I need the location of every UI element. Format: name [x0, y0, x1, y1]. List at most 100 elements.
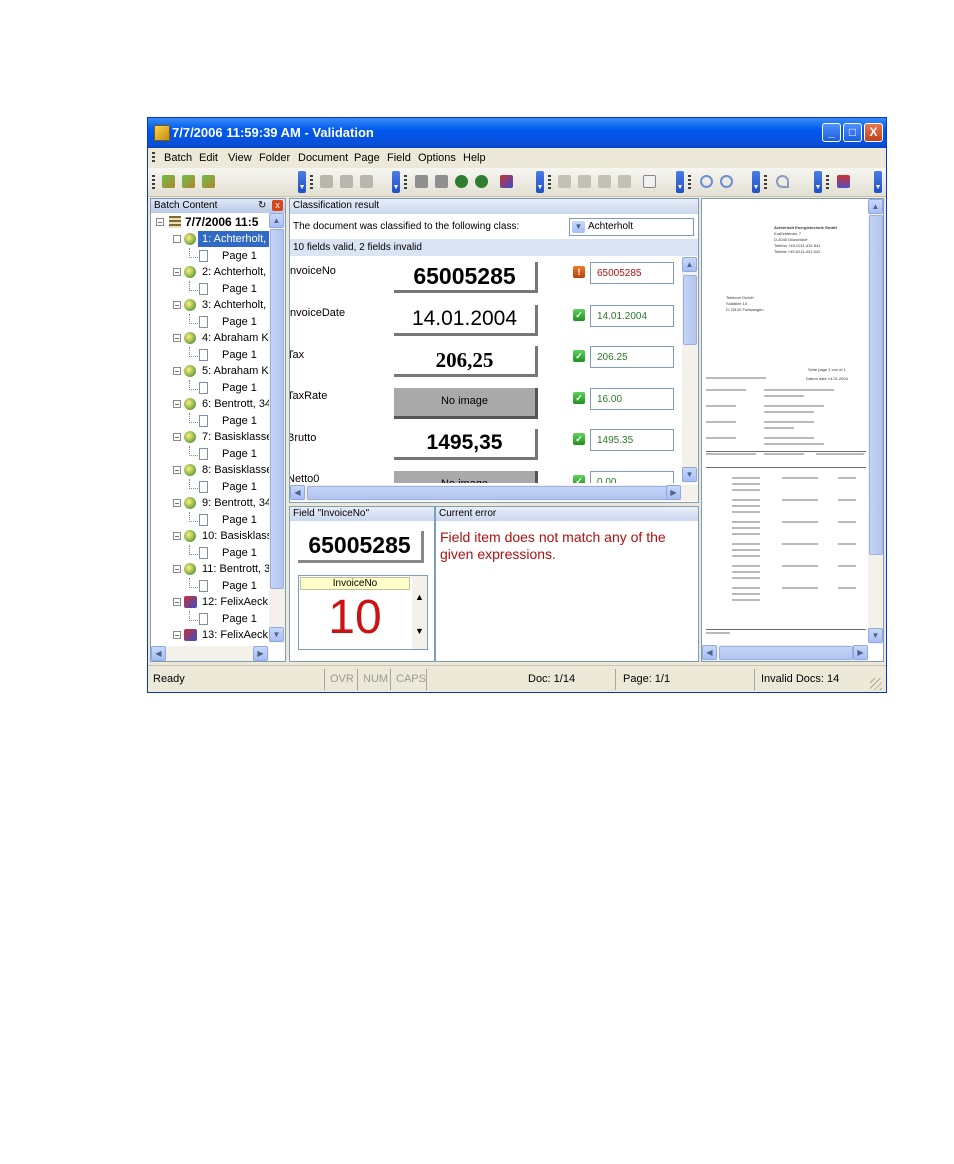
tree-page-row[interactable]: Page 1: [151, 412, 269, 429]
page-first-icon[interactable]: [558, 175, 571, 188]
chevron-down-icon[interactable]: ▼: [572, 221, 585, 233]
tree-page-row[interactable]: Page 1: [151, 247, 269, 264]
menu-document[interactable]: Document: [298, 152, 348, 164]
tree-doc-row[interactable]: − 4: Abraham K: [151, 330, 269, 346]
toolbar-grip-2[interactable]: [310, 175, 313, 189]
scroll-up-icon[interactable]: ▲: [415, 592, 424, 602]
document-hscroll[interactable]: ◀ ▶: [702, 645, 868, 661]
tree-doc-row[interactable]: − 2: Achterholt,: [151, 264, 269, 280]
scroll-down-icon[interactable]: ▼: [415, 626, 424, 636]
scroll-right-icon[interactable]: ▶: [253, 646, 268, 661]
tree-root[interactable]: − 7/7/2006 11:5: [151, 214, 269, 230]
collapse-icon[interactable]: −: [173, 499, 181, 508]
tree-doc-row[interactable]: − 9: Bentrott, 34: [151, 495, 271, 511]
tree-doc-row[interactable]: − 7: Basisklasse: [151, 429, 272, 445]
menu-help[interactable]: Help: [463, 152, 486, 164]
scroll-down-icon[interactable]: ▼: [868, 628, 883, 643]
toolbar-chevron-5[interactable]: [752, 171, 760, 193]
toolbar-grip-7[interactable]: [826, 175, 829, 189]
collapse-icon[interactable]: −: [173, 532, 181, 541]
tree-doc-row[interactable]: − 6: Bentrott, 34: [151, 396, 271, 412]
scroll-left-icon[interactable]: ◀: [290, 485, 305, 500]
page-prev-icon[interactable]: [578, 175, 591, 188]
fields-vscroll[interactable]: ▲ ▼: [682, 257, 698, 483]
zoom-in-icon[interactable]: [700, 175, 713, 188]
tree-page-row[interactable]: Page 1: [151, 379, 269, 396]
menu-page[interactable]: Page: [354, 152, 380, 164]
refresh-icon[interactable]: ↻: [258, 200, 268, 211]
tree-doc-row[interactable]: − 8: Basisklasse: [151, 462, 272, 478]
collapse-icon[interactable]: −: [173, 334, 181, 343]
tree-doc-row[interactable]: − 1: Achterholt,: [173, 231, 269, 247]
menu-folder[interactable]: Folder: [259, 152, 290, 164]
field-input-brutto[interactable]: 1495.35: [590, 429, 674, 451]
class-select[interactable]: ▼ Achterholt: [569, 218, 694, 236]
tree-page-row[interactable]: Page 1: [151, 544, 269, 561]
menu-field[interactable]: Field: [387, 152, 411, 164]
scroll-down-icon[interactable]: ▼: [269, 627, 284, 642]
fields-hscroll[interactable]: ◀ ▶: [290, 485, 698, 501]
close-button[interactable]: X: [864, 123, 883, 142]
tree-page-row[interactable]: Page 1: [151, 610, 269, 627]
field-input-netto0[interactable]: 0.00: [590, 471, 674, 483]
collapse-icon[interactable]: −: [173, 268, 181, 277]
tree-doc-row[interactable]: − 3: Achterholt,: [151, 297, 269, 313]
batch-tree-hscroll[interactable]: ◀ ▶: [151, 646, 269, 661]
toolbar-grip-4[interactable]: [548, 175, 551, 189]
field-input-invoiceno[interactable]: 65005285: [590, 262, 674, 284]
menu-view[interactable]: View: [228, 152, 252, 164]
toolbar-chevron-7[interactable]: [874, 171, 882, 193]
scroll-left-icon[interactable]: ◀: [151, 646, 166, 661]
scroll-up-icon[interactable]: ▲: [682, 257, 697, 272]
toolbar-chevron-3[interactable]: [536, 171, 544, 193]
next-doc-icon[interactable]: [340, 175, 353, 188]
collapse-icon[interactable]: −: [173, 400, 181, 409]
prev-doc-icon[interactable]: [320, 175, 333, 188]
tree-doc-row[interactable]: − 10: Basisklass: [151, 528, 272, 544]
toolbar-chevron-4[interactable]: [676, 171, 684, 193]
toolbar-chevron-6[interactable]: [814, 171, 822, 193]
field-input-tax[interactable]: 206.25: [590, 346, 674, 368]
menu-batch[interactable]: Batch: [164, 152, 192, 164]
scroll-up-icon[interactable]: ▲: [868, 199, 883, 214]
scroll-right-icon[interactable]: ▶: [666, 485, 681, 500]
menubar-grip[interactable]: [152, 152, 155, 164]
collapse-icon[interactable]: −: [173, 433, 181, 442]
tree-doc-row[interactable]: − 13: FelixAeck: [151, 627, 269, 643]
field-editor[interactable]: InvoiceNo 10 ▲ ▼: [298, 575, 428, 650]
tree-page-row[interactable]: Page 1: [151, 511, 269, 528]
save-batch-icon[interactable]: [182, 175, 195, 188]
scroll-left-icon[interactable]: ◀: [702, 645, 717, 660]
title-bar[interactable]: 7/7/2006 11:59:39 AM - Validation _ □ X: [148, 118, 886, 148]
zoom-out-icon[interactable]: [720, 175, 733, 188]
scroll-down-icon[interactable]: ▼: [682, 467, 697, 482]
tree-page-row[interactable]: Page 1: [151, 346, 269, 363]
collapse-icon[interactable]: −: [173, 598, 181, 607]
tree-doc-row[interactable]: − 11: Bentrott, 3: [151, 561, 270, 577]
copy-icon[interactable]: [643, 175, 656, 188]
collapse-icon[interactable]: −: [173, 565, 181, 574]
toolbar-chevron-1[interactable]: [298, 171, 306, 193]
field-editor-value[interactable]: 10: [300, 590, 410, 646]
toolbar-grip-5[interactable]: [688, 175, 691, 189]
validate-icon[interactable]: [360, 175, 373, 188]
document-vscroll[interactable]: ▲ ▼: [868, 199, 883, 644]
collapse-icon[interactable]: −: [173, 235, 181, 244]
field-input-invoicedate[interactable]: 14.01.2004: [590, 305, 674, 327]
scroll-thumb[interactable]: [869, 215, 883, 555]
collapse-icon[interactable]: −: [173, 631, 181, 640]
tree-page-row[interactable]: Page 1: [151, 577, 269, 594]
scroll-right-icon[interactable]: ▶: [853, 645, 868, 660]
field-input-taxrate[interactable]: 16.00: [590, 388, 674, 410]
tree-doc-row[interactable]: − 5: Abraham K: [151, 363, 269, 379]
scroll-thumb[interactable]: [719, 646, 853, 660]
page-next-icon[interactable]: [598, 175, 611, 188]
tree-page-row[interactable]: Page 1: [151, 478, 269, 495]
menu-edit[interactable]: Edit: [199, 152, 218, 164]
toolbar-grip-6[interactable]: [764, 175, 767, 189]
open-batch-icon[interactable]: [162, 175, 175, 188]
tree-page-row[interactable]: Page 1: [151, 445, 269, 462]
toolbar-chevron-2[interactable]: [392, 171, 400, 193]
minimize-button[interactable]: _: [822, 123, 841, 142]
scroll-up-icon[interactable]: ▲: [269, 213, 284, 228]
